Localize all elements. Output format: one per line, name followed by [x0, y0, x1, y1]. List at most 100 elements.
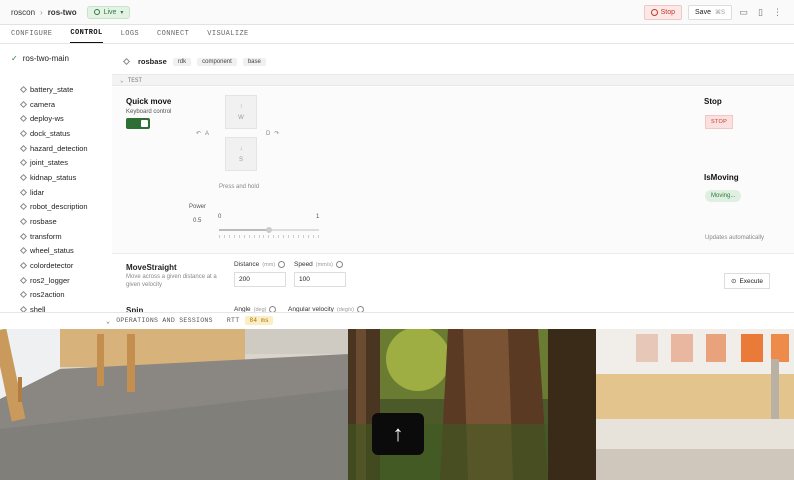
tab-connect[interactable]: CONNECT [157, 30, 189, 43]
turn-right-key[interactable]: D ↷ [266, 130, 280, 138]
slider-tick [263, 235, 265, 238]
resource-title: rosbase [138, 57, 167, 66]
sidebar-item[interactable]: robot_description [19, 200, 88, 215]
key-label-s: S [238, 156, 243, 163]
execute-button[interactable]: ⊙ Execute [724, 273, 770, 289]
sidebar-item[interactable]: battery_state [19, 82, 88, 97]
slider-tick [302, 235, 304, 238]
sidebar-item[interactable]: kidnap_status [19, 170, 88, 185]
chevron-down-icon: ▾ [120, 9, 124, 16]
move-backward-key[interactable]: ↓ S [225, 137, 257, 171]
sidebar-item[interactable]: ros2action [19, 288, 88, 303]
stop-all-button[interactable]: Stop [643, 4, 683, 20]
top-bar: roscon › ros-two Live ▾ Stop Save ⌘S ▭ ▯… [0, 0, 794, 25]
sidebar-item-label: deploy-ws [30, 114, 64, 124]
slider-tick [258, 235, 260, 238]
info-icon[interactable] [335, 261, 343, 268]
rotate-right-icon: ↷ [274, 131, 280, 137]
slider-tick [278, 235, 280, 238]
diamond-icon [19, 262, 28, 270]
diamond-icon [19, 276, 28, 284]
power-value: 0.5 [193, 218, 202, 224]
sidebar-list: battery_state camera deploy-ws dock_stat… [19, 82, 88, 317]
live-status-badge[interactable]: Live ▾ [86, 5, 131, 19]
more-icon[interactable]: ⋮ [772, 7, 783, 18]
sidebar-item[interactable]: wheel_status [19, 244, 88, 259]
tab-visualize[interactable]: VISUALIZE [207, 30, 248, 43]
sidebar-item[interactable]: joint_states [19, 155, 88, 170]
move-forward-key[interactable]: ↑ W [225, 95, 257, 129]
diamond-icon [19, 173, 28, 182]
camera-image-forest [348, 329, 596, 480]
power-slider[interactable] [219, 227, 319, 233]
test-section-label: TEST [127, 76, 143, 84]
slider-tick [288, 235, 290, 238]
slider-tick [293, 235, 295, 238]
breadcrumb-machine[interactable]: ros-two [48, 8, 77, 17]
sidebar-item[interactable]: ros2_logger [19, 273, 88, 288]
live-status-label: Live [103, 8, 117, 16]
slider-tick [238, 235, 240, 238]
sidebar-item[interactable]: camera [19, 97, 88, 112]
sidebar-item-main[interactable]: ✓ ros-two-main [11, 54, 69, 63]
power-slider-handle[interactable] [266, 227, 272, 233]
drive-forward-button[interactable]: ↑ [372, 413, 424, 455]
keyboard-control-toggle[interactable] [126, 118, 150, 129]
key-label-d: D [266, 130, 271, 137]
sidebar-item[interactable]: transform [19, 229, 88, 244]
camera-feed-indoor [0, 329, 348, 480]
execute-label: Execute [739, 277, 763, 285]
resource-sidebar: ✓ ros-two-main battery_state camera depl… [0, 45, 112, 328]
distance-input[interactable]: 200 [234, 272, 286, 287]
sidebar-item[interactable]: dock_status [19, 126, 88, 141]
rotate-left-icon: ↶ [196, 131, 202, 137]
diamond-icon [19, 85, 28, 93]
camera-image-office [596, 329, 794, 480]
sidebar-item-label: wheel_status [30, 246, 74, 256]
operations-bar[interactable]: ⌄ OPERATIONS AND SESSIONS RTT 84 ms [0, 312, 794, 328]
arrow-down-icon: ↓ [239, 145, 243, 152]
save-button[interactable]: Save ⌘S [688, 4, 732, 20]
tab-configure[interactable]: CONFIGURE [11, 30, 52, 43]
slider-tick [219, 235, 220, 238]
test-section-toggle[interactable]: ⌄ TEST [112, 74, 794, 86]
save-shortcut: ⌘S [714, 9, 725, 16]
sidebar-item[interactable]: colordetector [19, 258, 88, 273]
tab-logs[interactable]: LOGS [121, 30, 139, 43]
document-icon[interactable]: ▯ [755, 7, 766, 18]
slider-tick [268, 235, 270, 238]
is-moving-note: Updates automatically [705, 235, 765, 241]
speed-label-group: Speed (mm/s) [294, 261, 343, 268]
stop-button[interactable]: STOP [705, 115, 734, 129]
turn-left-key[interactable]: ↶ A [196, 130, 209, 138]
slider-tick [233, 235, 235, 238]
tab-control[interactable]: CONTROL [70, 29, 103, 43]
sidebar-item-label: transform [30, 231, 62, 241]
sidebar-item[interactable]: lidar [19, 185, 88, 200]
distance-label-group: Distance (mm) [234, 261, 286, 268]
main-tabs: CONFIGURE CONTROL LOGS CONNECT VISUALIZE [0, 25, 794, 44]
slider-tick [307, 235, 309, 238]
diamond-icon [19, 232, 28, 240]
resource-chip: rdk [172, 57, 192, 66]
speed-input[interactable]: 100 [294, 272, 346, 287]
sidebar-main-label: ros-two-main [22, 54, 69, 63]
slider-tick [312, 235, 314, 238]
sidebar-item[interactable]: deploy-ws [19, 111, 88, 126]
arrow-up-icon: ↑ [392, 421, 404, 446]
key-label-w: W [238, 114, 244, 121]
camera-strip: ↑ [0, 329, 794, 480]
chevron-down-icon: ⌄ [120, 76, 124, 84]
check-icon: ✓ [11, 54, 18, 63]
sidebar-item[interactable]: hazard_detection [19, 141, 88, 156]
chat-icon[interactable]: ▭ [738, 7, 749, 18]
sidebar-item[interactable]: rosbase [19, 214, 88, 229]
breadcrumb-org[interactable]: roscon [11, 8, 35, 17]
info-icon[interactable] [278, 261, 286, 268]
is-moving-title: IsMoving [704, 173, 739, 182]
diamond-icon [19, 188, 28, 196]
stop-all-label: Stop [660, 8, 676, 16]
camera-image-indoor [0, 329, 348, 480]
move-straight-description: Move across a given distance at a given … [126, 274, 217, 288]
keyboard-control-label: Keyboard control [126, 109, 172, 115]
